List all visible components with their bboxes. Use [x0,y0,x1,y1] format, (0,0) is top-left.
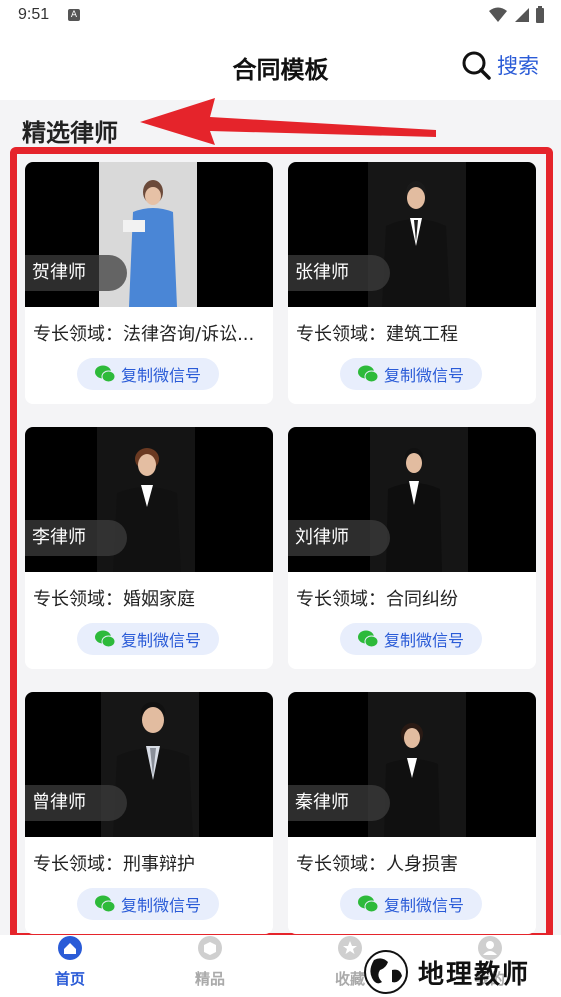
lawyer-portrait [386,448,442,572]
wechat-icon [357,630,378,648]
lawyer-card[interactable]: 张律师 专长领域：建筑工程 复制微信号 [288,162,536,404]
watermark-text: 地理教师 [418,959,531,990]
lawyer-photo: 曾律师 [25,692,273,837]
lawyer-name: 曾律师 [25,785,127,821]
wechat-icon [94,895,115,913]
wechat-icon [94,365,115,383]
tab-home[interactable]: 首页 [30,935,110,997]
search-icon [462,51,491,80]
copy-wechat-button[interactable]: 复制微信号 [77,623,219,655]
lawyer-specialty: 专长领域：合同纠纷 [296,589,458,610]
home-icon [58,936,82,960]
search-label: 搜索 [497,54,539,78]
lawyer-photo: 李律师 [25,427,273,572]
lawyer-card[interactable]: 秦律师 专长领域：人身损害 复制微信号 [288,692,536,934]
copy-wechat-label: 复制微信号 [383,631,464,650]
lawyer-grid: 贺律师 专长领域：法律咨询/诉讼... 复制微信号 张律师 专长领域：建筑工程 … [25,162,537,934]
copy-wechat-label: 复制微信号 [120,896,201,915]
lawyer-name: 刘律师 [288,520,390,556]
lawyer-name: 李律师 [25,520,127,556]
wifi-icon [489,7,507,22]
lawyer-photo: 张律师 [288,162,536,307]
lawyer-photo: 贺律师 [25,162,273,307]
search-button[interactable]: 搜索 [461,50,539,80]
tab-label: 精品 [194,970,225,988]
copy-wechat-button[interactable]: 复制微信号 [340,888,482,920]
copy-wechat-button[interactable]: 复制微信号 [340,623,482,655]
wechat-icon [357,365,378,383]
lawyer-portrait [113,448,181,572]
lawyer-specialty: 专长领域：刑事辩护 [33,854,195,875]
copy-wechat-button[interactable]: 复制微信号 [77,888,219,920]
status-bar: 9:51 A [0,0,561,32]
tab-boutique[interactable]: 精品 [170,935,250,997]
lawyer-photo: 秦律师 [288,692,536,837]
lawyer-portrait [384,723,440,837]
annotation-arrow [140,98,436,145]
copy-wechat-label: 复制微信号 [120,631,201,650]
lawyer-card[interactable]: 贺律师 专长领域：法律咨询/诉讼... 复制微信号 [25,162,273,404]
wechat-icon [94,630,115,648]
lawyer-card[interactable]: 李律师 专长领域：婚姻家庭 复制微信号 [25,427,273,669]
copy-wechat-label: 复制微信号 [383,896,464,915]
globe-logo-icon [364,950,408,994]
copy-wechat-label: 复制微信号 [383,366,464,385]
lawyer-portrait [123,180,177,307]
lawyer-specialty: 专长领域：法律咨询/诉讼... [33,324,255,345]
box-icon [198,936,222,960]
wechat-icon [357,895,378,913]
header: 合同模板 搜索 [0,32,561,100]
lawyer-specialty: 专长领域：人身损害 [296,854,458,875]
lawyer-name: 贺律师 [25,255,127,291]
signal-icon [515,8,529,22]
lawyer-name: 秦律师 [288,785,390,821]
copy-wechat-button[interactable]: 复制微信号 [77,358,219,390]
lawyer-photo: 刘律师 [288,427,536,572]
lawyer-card[interactable]: 曾律师 专长领域：刑事辩护 复制微信号 [25,692,273,934]
copy-wechat-button[interactable]: 复制微信号 [340,358,482,390]
lawyer-portrait [113,702,193,837]
section-title: 精选律师 [22,119,118,147]
lawyer-card[interactable]: 刘律师 专长领域：合同纠纷 复制微信号 [288,427,536,669]
lawyer-specialty: 专长领域：建筑工程 [296,324,458,345]
lawyer-name: 张律师 [288,255,390,291]
tab-label: 首页 [54,970,85,988]
lawyer-specialty: 专长领域：婚姻家庭 [33,589,195,610]
status-icons [489,6,545,24]
copy-wechat-label: 复制微信号 [120,366,201,385]
notification-badge: A [68,9,80,21]
battery-icon [536,6,544,23]
lawyer-portrait [382,181,450,307]
watermark: 地理教师 [360,947,530,997]
status-time: 9:51 [18,6,50,23]
